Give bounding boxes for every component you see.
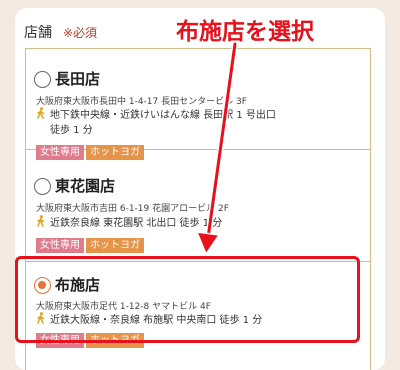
required-marker: ※必須 (63, 26, 98, 40)
radio-fuse[interactable] (34, 277, 51, 294)
store-access-line: 近鉄奈良線 東花園駅 北出口 徒歩 1 分 (50, 218, 223, 229)
store-option-fuse[interactable]: 布施店 大阪府東大阪市足代 1-12-8 ヤマトビル 4F 近鉄大阪線・奈良線 … (26, 262, 370, 370)
store-tags: 女性専用 ホットヨガ (36, 333, 144, 348)
store-name: 布施店 (55, 276, 101, 294)
store-address: 大阪府東大阪市長田中 1-4-17 長田センタービル 3F (36, 97, 247, 107)
tag-hot-yoga: ホットヨガ (86, 333, 144, 348)
store-radio-list: 長田店 大阪府東大阪市長田中 1-4-17 長田センタービル 3F 地下鉄中央線… (25, 48, 371, 370)
store-address: 大阪府東大阪市足代 1-12-8 ヤマトビル 4F (36, 302, 211, 312)
store-select-panel: 店舗 ※必須 長田店 大阪府東大阪市長田中 1-4-17 長田センタービル 3F… (15, 8, 385, 370)
walking-person-icon (37, 312, 45, 324)
store-access-walk: 徒歩 1 分 (50, 125, 93, 136)
store-address: 大阪府東大阪市吉田 6-1-19 花園アロービル 2F (36, 204, 229, 214)
store-option-nagata[interactable]: 長田店 大阪府東大阪市長田中 1-4-17 長田センタービル 3F 地下鉄中央線… (26, 49, 370, 160)
radio-higashi-hanazono[interactable] (34, 178, 51, 195)
store-name: 東花園店 (55, 177, 116, 195)
radio-nagata[interactable] (34, 71, 51, 88)
store-access: 地下鉄中央線・近鉄けいはんな線 長田駅 1 号出口 徒歩 1 分 (36, 107, 366, 138)
annotation-callout: 布施店を選択 (176, 19, 314, 45)
store-access-line: 地下鉄中央線・近鉄けいはんな線 長田駅 1 号出口 (50, 110, 276, 121)
tag-women-only: 女性専用 (36, 238, 84, 253)
store-field-label: 店舗 (24, 25, 52, 41)
store-tags: 女性専用 ホットヨガ (36, 238, 144, 253)
store-option-higashi-hanazono[interactable]: 東花園店 大阪府東大阪市吉田 6-1-19 花園アロービル 2F 近鉄奈良線 東… (26, 150, 370, 262)
store-name: 長田店 (55, 70, 101, 88)
store-access: 近鉄奈良線 東花園駅 北出口 徒歩 1 分 (36, 215, 366, 231)
walking-person-icon (37, 107, 45, 119)
tag-hot-yoga: ホットヨガ (86, 238, 144, 253)
store-access-line: 近鉄大阪線・奈良線 布施駅 中央南口 徒歩 1 分 (50, 315, 263, 326)
tag-women-only: 女性専用 (36, 333, 84, 348)
walking-person-icon (37, 215, 45, 227)
store-access: 近鉄大阪線・奈良線 布施駅 中央南口 徒歩 1 分 (36, 312, 366, 328)
